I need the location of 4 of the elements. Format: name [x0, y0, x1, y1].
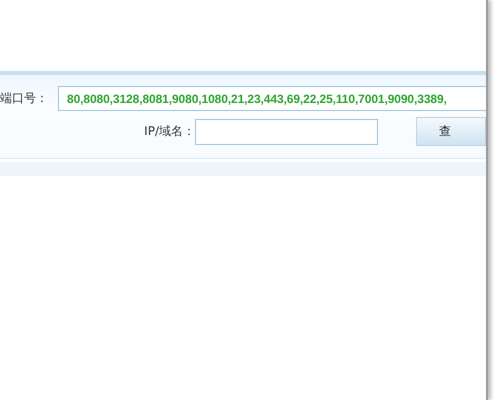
- query-button[interactable]: 查: [416, 117, 486, 146]
- host-field[interactable]: [195, 118, 378, 144]
- host-label: IP/域名：: [143, 123, 195, 140]
- port-label: 端口号：: [0, 90, 49, 107]
